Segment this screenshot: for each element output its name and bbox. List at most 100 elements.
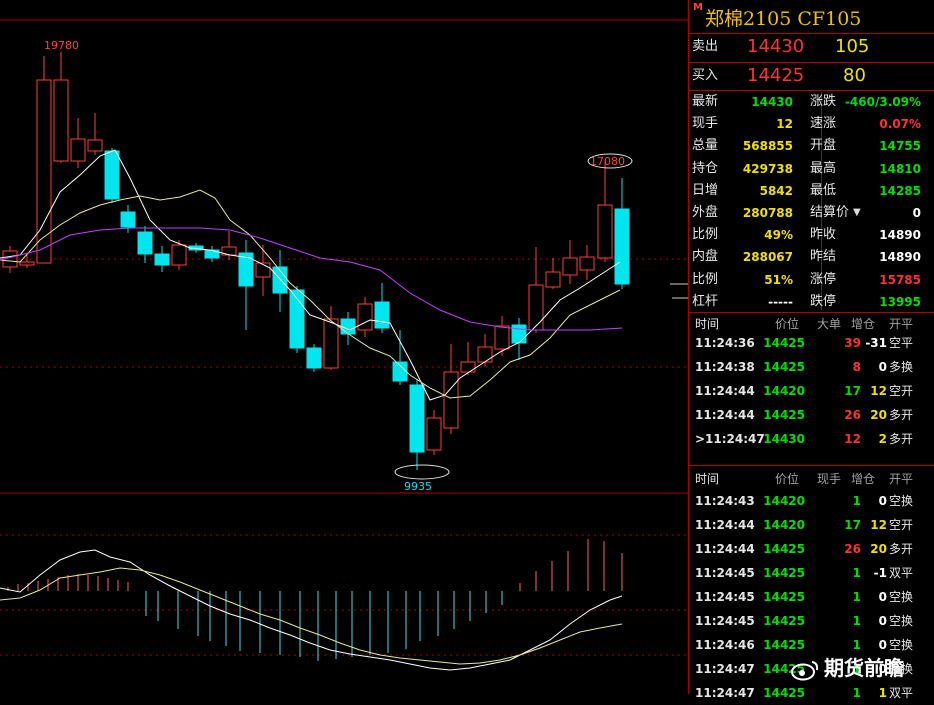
stat-label: 总量 [692, 138, 719, 154]
row-change: 0 [878, 614, 887, 628]
row-change: 0 [878, 494, 887, 508]
candle-body [204, 249, 220, 259]
candle-body [477, 346, 493, 363]
order-row[interactable]: 11:24:38 14425 8 0 多换 [689, 355, 934, 379]
order-row[interactable]: 11:24:36 14425 39 -31 空平 [689, 331, 934, 355]
macd-group [0, 539, 623, 671]
candle-body [340, 318, 356, 335]
high-label: 19780 [44, 39, 79, 52]
kline-chart-canvas[interactable]: 19780 17080 9935 [0, 0, 688, 694]
row-volume: 12 [844, 432, 861, 446]
row-change: 12 [870, 518, 887, 532]
buy-row[interactable]: 买入 14425 80 [689, 64, 934, 88]
candle-body [255, 262, 271, 278]
order-row[interactable]: 11:24:45 14425 1 -1 双平 [689, 561, 934, 585]
col-type: 开平 [889, 472, 914, 486]
stat-label: 涨停 [810, 271, 837, 287]
kline-chart[interactable]: 19780 17080 9935 [0, 0, 688, 694]
row-price: 14425 [763, 686, 805, 700]
col-vol: 现手 [817, 472, 842, 486]
row-volume: 1 [852, 566, 861, 580]
sell-label: 卖出 [692, 39, 719, 54]
low-label: 9935 [404, 480, 432, 493]
candle-body [357, 303, 373, 331]
buy-label: 买入 [692, 68, 719, 83]
candle-body [19, 261, 35, 266]
stat-label: 日增 [692, 182, 719, 198]
order-row[interactable]: 11:24:44 14420 17 12 空开 [689, 379, 934, 403]
candle-body [87, 139, 103, 152]
order-row[interactable]: 11:24:44 14425 26 20 多开 [689, 403, 934, 427]
row-volume: 1 [852, 614, 861, 628]
row-time: 11:24:36 [695, 336, 755, 350]
stats-row: 比例 51% 涨停 15785 [689, 268, 934, 292]
stats-row: 日增 5842 最低 14285 [689, 179, 934, 203]
stats-row: 总量 568855 开盘 14755 [689, 134, 934, 158]
stat-value: 14430 [751, 95, 793, 109]
stat-value: 51% [764, 272, 793, 287]
candle-body [426, 417, 442, 451]
stat-label: 速涨 [810, 116, 837, 132]
order-row[interactable]: >11:24:47 14430 12 2 多开 [689, 427, 934, 451]
row-time: 11:24:45 [695, 614, 755, 628]
col-chg: 增仓 [851, 472, 876, 486]
row-time: 11:24:43 [695, 494, 755, 508]
sell-qty: 105 [835, 36, 870, 57]
col-price: 价位 [775, 472, 800, 486]
candle-body [409, 384, 425, 453]
row-time: 11:24:47 [695, 686, 755, 700]
order-row[interactable]: 11:24:44 14420 17 12 空开 [689, 513, 934, 537]
stats-row: 杠杆 ----- 跌停 13995 [689, 290, 934, 314]
watermark-text: 期货前瞻 [824, 656, 904, 680]
row-price: 14425 [763, 408, 805, 422]
stat-value: 14890 [879, 250, 921, 265]
row-type: 双平 [889, 686, 914, 700]
candle-body [494, 325, 510, 350]
candle-body [323, 318, 339, 369]
row-volume: 1 [852, 686, 861, 700]
buy-price: 14425 [747, 65, 805, 86]
order-row[interactable]: 11:24:44 14425 26 20 多开 [689, 537, 934, 561]
row-change: 2 [878, 432, 887, 446]
row-price: 14430 [763, 432, 805, 446]
stat-value: 14890 [879, 228, 921, 243]
stats-row: 最新 14430 涨跌 -460/3.09% [689, 90, 934, 114]
order-row[interactable]: 11:24:43 14420 1 0 空换 [689, 489, 934, 513]
stat-label: 比例 [692, 271, 719, 287]
candle-body [374, 301, 390, 329]
candle-body [562, 257, 578, 276]
stat-value: 14755 [879, 139, 921, 154]
stat-label: 昨收 [810, 227, 837, 243]
row-type: 多开 [889, 408, 914, 422]
row-type: 多换 [889, 360, 914, 374]
candles-group [2, 52, 630, 470]
stat-label: 涨跌 [810, 94, 837, 109]
candle-body [443, 371, 459, 429]
row-price: 14425 [763, 566, 805, 580]
row-price: 14425 [763, 542, 805, 556]
order-row[interactable]: 11:24:45 14425 1 0 空换 [689, 585, 934, 609]
stat-value: 288067 [742, 250, 793, 265]
row-type: 空换 [889, 590, 914, 604]
stat-value: 13995 [879, 294, 921, 309]
stat-label: 最低 [810, 182, 837, 198]
stat-value: 568855 [742, 139, 793, 154]
order-row[interactable]: 11:24:47 14425 1 1 双平 [689, 681, 934, 705]
stat-value: 280788 [742, 206, 793, 220]
order-row[interactable]: 11:24:45 14425 1 0 空换 [689, 609, 934, 633]
row-time: 11:24:38 [695, 360, 755, 374]
row-price: 14420 [763, 384, 805, 398]
row-type: 多开 [889, 542, 914, 556]
row-time: 11:24:44 [695, 542, 755, 556]
sell-row[interactable]: 卖出 14430 105 [689, 35, 934, 59]
row-volume: 17 [844, 518, 861, 532]
row-price: 14425 [763, 614, 805, 628]
dropdown-arrow-icon[interactable]: ▼ [853, 201, 861, 225]
stat-label: 开盘 [810, 138, 837, 154]
stat-value: 12 [776, 117, 793, 132]
row-change: -1 [873, 566, 887, 580]
stat-value: 15785 [879, 272, 921, 287]
stat-label: 持仓 [692, 160, 719, 176]
stat-label: 结算价 [810, 205, 850, 220]
stats-row: 外盘 280788 结算价 0 ▼ [689, 201, 934, 225]
